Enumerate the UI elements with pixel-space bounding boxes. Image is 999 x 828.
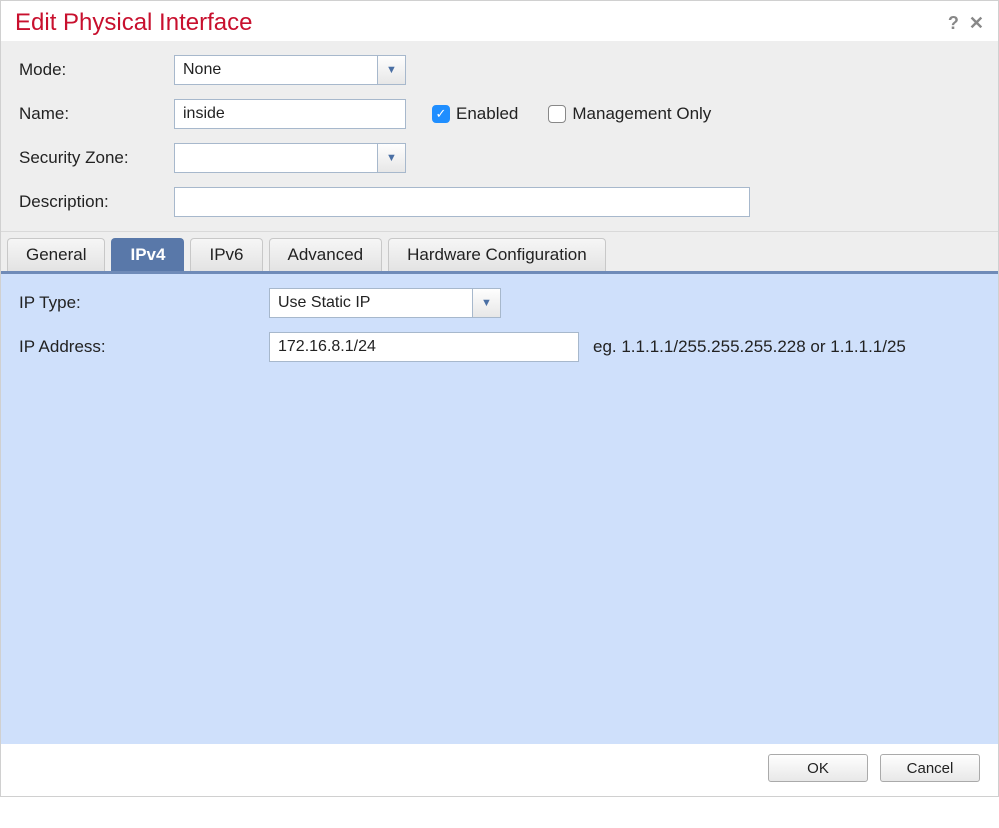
checkbox-checked-icon: ✓ bbox=[432, 105, 450, 123]
tab-hardware-configuration[interactable]: Hardware Configuration bbox=[388, 238, 606, 271]
mode-label: Mode: bbox=[19, 60, 174, 80]
ok-button[interactable]: OK bbox=[768, 754, 868, 782]
mgmt-only-checkbox[interactable]: Management Only bbox=[548, 104, 711, 124]
checkbox-unchecked-icon bbox=[548, 105, 566, 123]
ip-address-input[interactable]: 172.16.8.1/24 bbox=[269, 332, 579, 362]
mode-select[interactable]: None ▼ bbox=[174, 55, 406, 85]
mode-row: Mode: None ▼ bbox=[19, 55, 980, 85]
security-zone-select[interactable]: ▼ bbox=[174, 143, 406, 173]
cancel-button[interactable]: Cancel bbox=[880, 754, 980, 782]
enabled-label: Enabled bbox=[456, 104, 518, 124]
ip-type-select[interactable]: Use Static IP ▼ bbox=[269, 288, 501, 318]
ip-address-value: 172.16.8.1/24 bbox=[278, 338, 376, 356]
name-value: inside bbox=[183, 105, 225, 123]
tab-general[interactable]: General bbox=[7, 238, 105, 271]
description-label: Description: bbox=[19, 192, 174, 212]
title-bar: Edit Physical Interface ? ✕ bbox=[1, 1, 998, 41]
name-label: Name: bbox=[19, 104, 174, 124]
ip-type-label: IP Type: bbox=[19, 293, 269, 313]
edit-physical-interface-dialog: Edit Physical Interface ? ✕ Mode: None ▼… bbox=[0, 0, 999, 797]
ipv4-panel: IP Type: Use Static IP ▼ IP Address: 172… bbox=[1, 274, 998, 744]
chevron-down-icon[interactable]: ▼ bbox=[377, 56, 405, 84]
form-area: Mode: None ▼ Name: inside ✓ Enabled Mana… bbox=[1, 41, 998, 232]
dialog-footer: OK Cancel bbox=[1, 744, 998, 796]
help-icon[interactable]: ? bbox=[948, 13, 959, 34]
ip-address-label: IP Address: bbox=[19, 337, 269, 357]
name-row: Name: inside ✓ Enabled Management Only bbox=[19, 99, 980, 129]
description-input[interactable] bbox=[174, 187, 750, 217]
tab-advanced[interactable]: Advanced bbox=[269, 238, 383, 271]
close-icon[interactable]: ✕ bbox=[969, 13, 984, 34]
dialog-title: Edit Physical Interface bbox=[15, 9, 252, 37]
mgmt-only-label: Management Only bbox=[572, 104, 711, 124]
name-input[interactable]: inside bbox=[174, 99, 406, 129]
chevron-down-icon[interactable]: ▼ bbox=[377, 144, 405, 172]
security-zone-row: Security Zone: ▼ bbox=[19, 143, 980, 173]
ip-type-value: Use Static IP bbox=[270, 294, 472, 312]
description-row: Description: bbox=[19, 187, 980, 217]
tab-ipv4[interactable]: IPv4 bbox=[111, 238, 184, 271]
tab-ipv6[interactable]: IPv6 bbox=[190, 238, 262, 271]
ip-address-row: IP Address: 172.16.8.1/24 eg. 1.1.1.1/25… bbox=[19, 332, 980, 362]
ip-address-hint: eg. 1.1.1.1/255.255.255.228 or 1.1.1.1/2… bbox=[593, 337, 906, 357]
title-actions: ? ✕ bbox=[948, 13, 984, 34]
mode-value: None bbox=[175, 61, 377, 79]
tab-strip: General IPv4 IPv6 Advanced Hardware Conf… bbox=[1, 232, 998, 274]
security-zone-label: Security Zone: bbox=[19, 148, 174, 168]
enabled-checkbox[interactable]: ✓ Enabled bbox=[432, 104, 518, 124]
ip-type-row: IP Type: Use Static IP ▼ bbox=[19, 288, 980, 318]
chevron-down-icon[interactable]: ▼ bbox=[472, 289, 500, 317]
